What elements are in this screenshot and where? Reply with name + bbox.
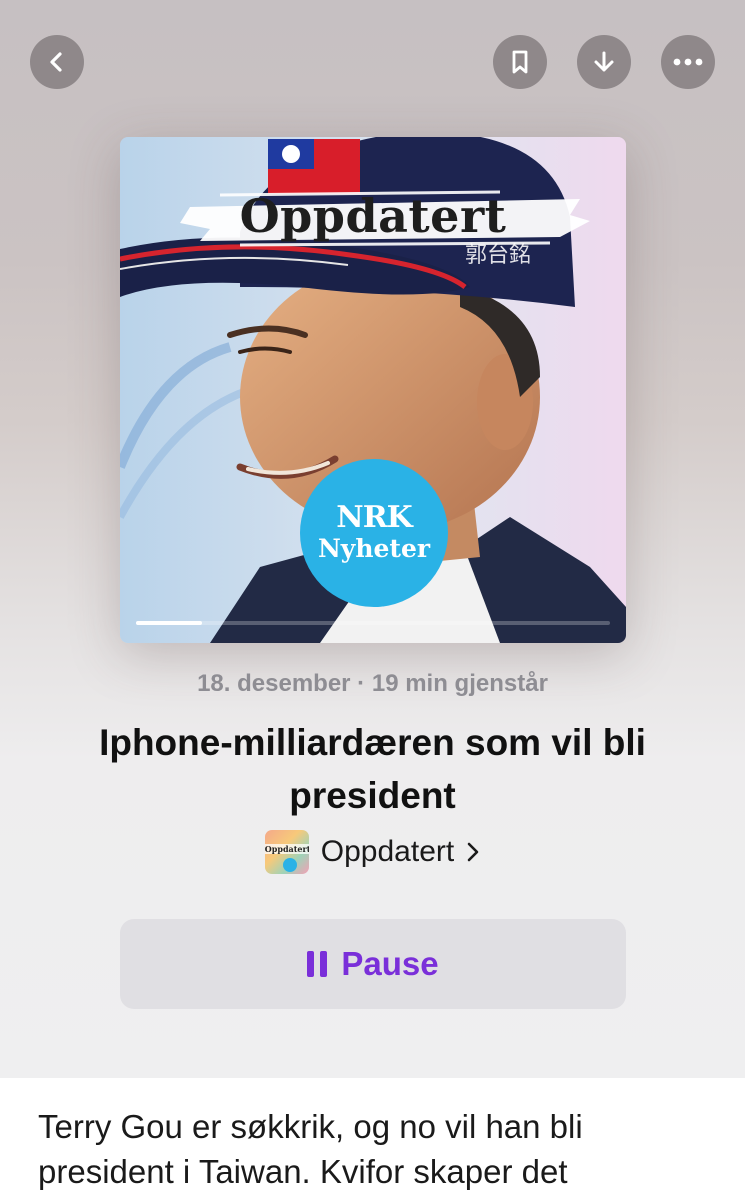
episode-date: 18. desember: [197, 670, 351, 697]
nrk-logo: NRK: [336, 500, 412, 535]
episode-meta: 18. desember · 19 min gjenstår: [0, 670, 745, 698]
show-name: Oppdatert: [320, 835, 455, 868]
pause-icon: [307, 951, 328, 977]
show-thumbnail-badge: [282, 858, 297, 872]
chevron-right-icon: [466, 841, 480, 863]
nyheter-label: Nyheter: [317, 534, 431, 563]
back-button[interactable]: [30, 35, 84, 89]
bookmark-button[interactable]: [493, 35, 547, 89]
download-button[interactable]: [577, 35, 631, 89]
episode-title: Iphone-milliardæren som vil bli presiden…: [99, 722, 646, 816]
show-thumbnail: Oppdatert: [264, 830, 309, 874]
pause-button[interactable]: Pause: [120, 919, 626, 1009]
episode-description: Terry Gou er søkkrik, og no vil han bli …: [38, 1108, 583, 1190]
more-options-button[interactable]: [661, 35, 715, 89]
meta-separator: ·: [357, 670, 366, 697]
cap-text: 郭台銘: [465, 243, 531, 268]
chevron-left-icon: [50, 52, 62, 72]
more-icon: [673, 58, 703, 66]
artwork-title: Oppdatert: [239, 189, 507, 243]
show-thumbnail-text: Oppdatert: [264, 844, 309, 854]
description-panel: Terry Gou er søkkrik, og no vil han bli …: [0, 1078, 745, 1200]
bookmark-icon: [512, 50, 528, 74]
playback-progress-track: [136, 621, 610, 625]
time-remaining: 19 min gjenstår: [371, 670, 548, 697]
download-icon: [594, 51, 614, 72]
nrk-nyheter-badge: NRK Nyheter: [300, 459, 448, 607]
pause-label: Pause: [341, 945, 439, 982]
show-link[interactable]: Oppdatert Oppdatert: [0, 830, 745, 874]
playback-progress-fill: [136, 621, 202, 625]
episode-artwork: 郭台銘 Oppdatert NRK Nyheter: [120, 137, 626, 643]
